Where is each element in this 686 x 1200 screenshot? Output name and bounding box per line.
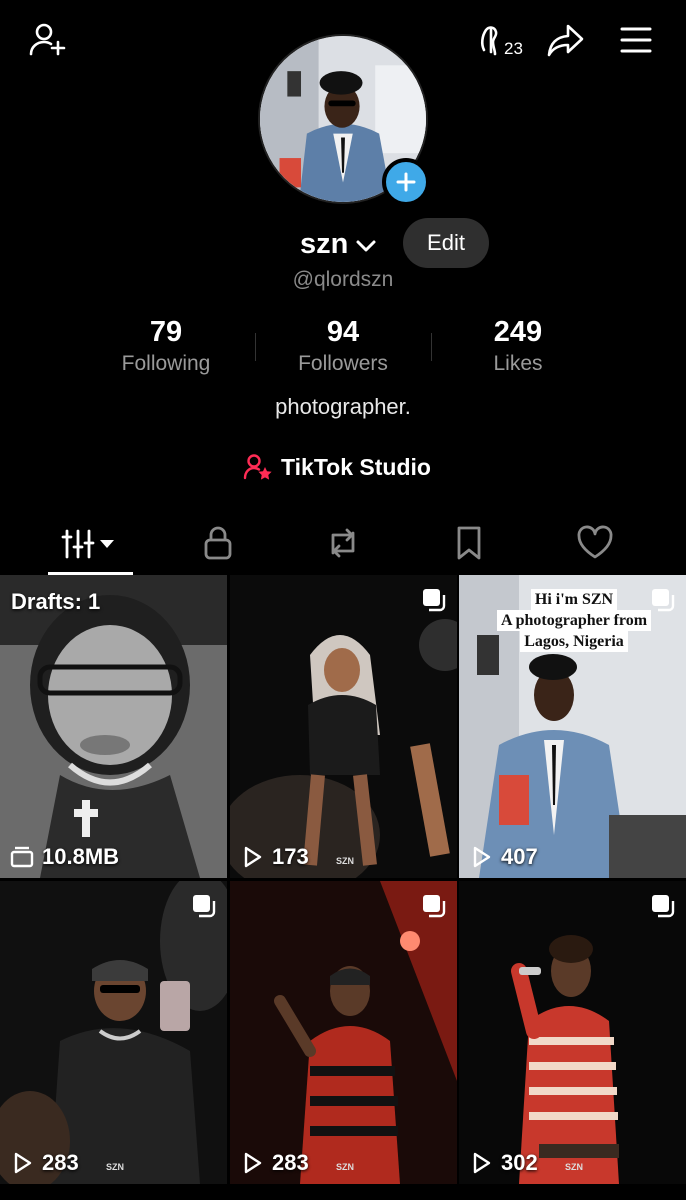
stat-likes[interactable]: 249 Likes bbox=[438, 315, 598, 379]
display-name[interactable]: szn bbox=[300, 228, 348, 261]
profile-stats: 79 Following 94 Followers 249 Likes bbox=[0, 315, 686, 385]
stat-followers[interactable]: 94 Followers bbox=[263, 315, 423, 379]
video-tile[interactable]: 283 SZN bbox=[0, 881, 227, 1184]
video-thumbnail bbox=[230, 575, 457, 878]
plus-icon bbox=[396, 172, 416, 192]
video-tile[interactable]: Hi i'm SZN A photographer from Lagos, Ni… bbox=[459, 575, 686, 878]
menu-icon[interactable] bbox=[614, 18, 658, 62]
stat-value: 79 bbox=[149, 316, 183, 348]
view-count: 173 bbox=[240, 844, 309, 870]
watermark: SZN bbox=[336, 1162, 354, 1172]
bio-text: photographer. bbox=[275, 394, 411, 419]
divider bbox=[431, 333, 432, 361]
bookmark-icon bbox=[457, 526, 481, 560]
profile-views-icon[interactable]: 23 bbox=[476, 18, 534, 62]
watermark: SZN bbox=[565, 1162, 583, 1172]
caption-line: Hi i'm SZN bbox=[530, 589, 618, 610]
tab-reposts[interactable] bbox=[301, 515, 385, 571]
view-count: 302 bbox=[469, 1150, 538, 1176]
caption-line: A photographer from bbox=[496, 610, 652, 631]
video-thumbnail bbox=[230, 881, 457, 1184]
repost-icon bbox=[331, 528, 355, 558]
multi-photo-icon bbox=[423, 895, 446, 918]
username-handle: @qlordszn bbox=[292, 268, 394, 291]
name-row: szn Edit bbox=[0, 218, 686, 270]
view-count-value: 283 bbox=[42, 1150, 79, 1175]
drafts-tile[interactable]: Drafts: 1 10.8MB bbox=[0, 575, 227, 878]
watermark: SZN bbox=[106, 1162, 124, 1172]
view-count-value: 302 bbox=[501, 1150, 538, 1175]
folder-icon bbox=[10, 846, 34, 868]
stat-label: Likes bbox=[493, 352, 543, 375]
view-count-value: 173 bbox=[272, 844, 309, 869]
drafts-size: 10.8MB bbox=[10, 844, 119, 870]
video-thumbnail bbox=[459, 881, 686, 1184]
view-count: 283 bbox=[10, 1150, 79, 1176]
profile-tabs bbox=[0, 515, 686, 575]
photo-caption-overlay: Hi i'm SZN A photographer from Lagos, Ni… bbox=[479, 589, 669, 652]
multi-photo-icon bbox=[423, 589, 446, 612]
add-avatar-button[interactable] bbox=[382, 158, 430, 206]
drafts-size-value: 10.8MB bbox=[42, 844, 120, 869]
drafts-thumbnail bbox=[0, 575, 227, 878]
view-count: 283 bbox=[240, 1150, 309, 1176]
play-icon bbox=[244, 1152, 262, 1174]
multi-photo-icon bbox=[652, 895, 675, 918]
view-count-value: 283 bbox=[272, 1150, 309, 1175]
stat-label: Following bbox=[121, 352, 211, 375]
chevron-down-icon[interactable] bbox=[354, 234, 378, 258]
stat-value: 249 bbox=[493, 316, 543, 348]
add-friend-icon[interactable] bbox=[26, 18, 70, 62]
creator-star-icon bbox=[243, 454, 272, 480]
multi-photo-icon bbox=[652, 589, 675, 612]
edit-profile-button[interactable]: Edit bbox=[403, 218, 489, 268]
tab-videos[interactable] bbox=[48, 515, 132, 571]
play-icon bbox=[473, 1152, 491, 1174]
play-icon bbox=[244, 846, 262, 868]
divider bbox=[255, 333, 256, 361]
studio-label: TikTok Studio bbox=[281, 453, 431, 480]
views-badge: 23 bbox=[504, 39, 523, 58]
video-tile[interactable]: 283 SZN bbox=[230, 881, 457, 1184]
video-tile[interactable]: 173 SZN bbox=[230, 575, 457, 878]
heart-icon bbox=[577, 525, 613, 559]
video-tile[interactable]: 302 SZN bbox=[459, 881, 686, 1184]
tiktok-studio-link[interactable]: TikTok Studio bbox=[243, 450, 431, 484]
stat-following[interactable]: 79 Following bbox=[86, 315, 246, 379]
share-icon[interactable] bbox=[544, 18, 588, 62]
video-thumbnail bbox=[0, 881, 227, 1184]
tab-favorites[interactable] bbox=[427, 515, 511, 571]
stat-label: Followers bbox=[298, 352, 388, 375]
view-count-value: 407 bbox=[501, 844, 538, 869]
grid-icon bbox=[61, 529, 114, 559]
caption-line: Lagos, Nigeria bbox=[520, 631, 628, 652]
tab-private[interactable] bbox=[176, 515, 260, 571]
play-icon bbox=[473, 846, 491, 868]
view-count: 407 bbox=[469, 844, 538, 870]
multi-photo-icon bbox=[193, 895, 216, 918]
video-grid: Drafts: 1 10.8MB 173 SZN Hi i'm SZN A ph… bbox=[0, 575, 686, 1200]
avatar-container[interactable] bbox=[258, 34, 430, 206]
watermark: SZN bbox=[336, 856, 354, 866]
stat-value: 94 bbox=[326, 316, 360, 348]
play-icon bbox=[14, 1152, 32, 1174]
lock-icon bbox=[204, 526, 232, 560]
tab-liked[interactable] bbox=[553, 515, 637, 571]
drafts-label: Drafts: 1 bbox=[11, 589, 101, 614]
